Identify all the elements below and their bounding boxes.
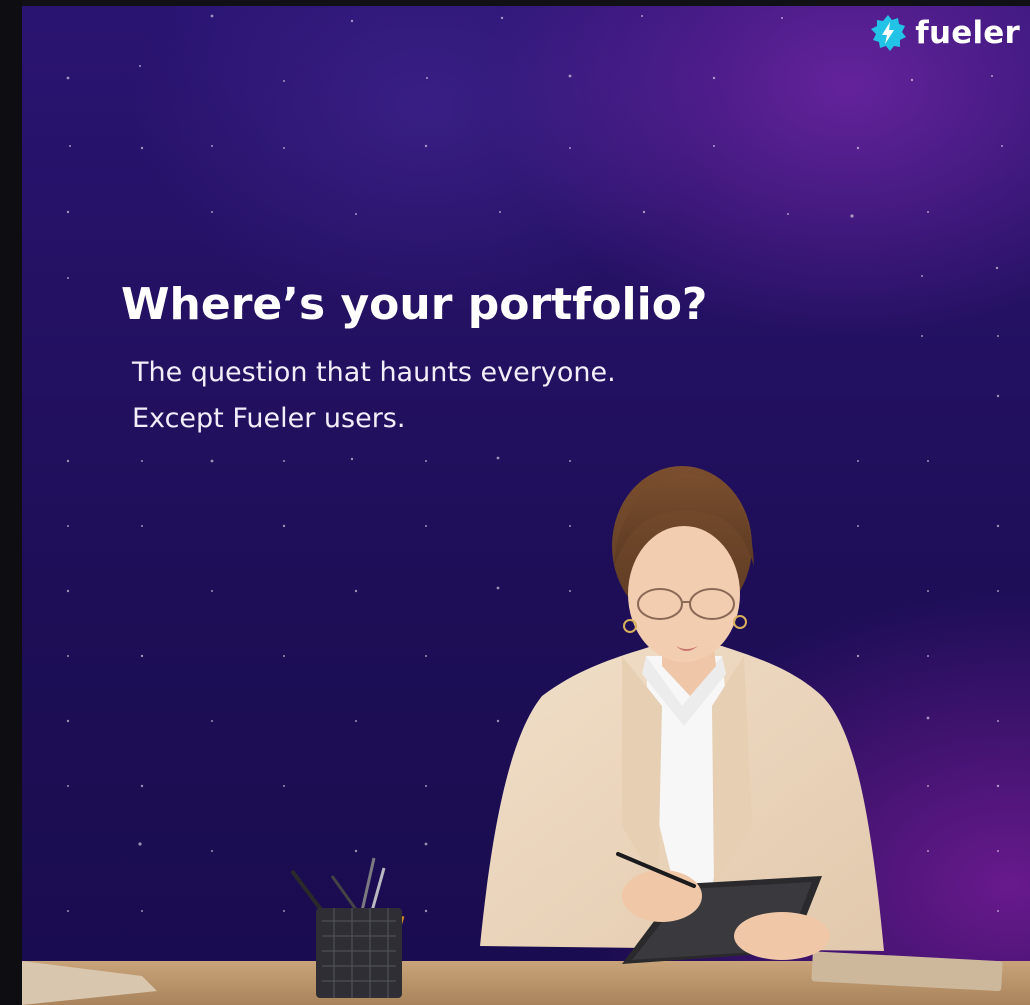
brand-name: fueler [915, 15, 1020, 51]
headline: Where’s your portfolio? [121, 279, 708, 330]
frame: fueler Where’s your portfolio? The quest… [0, 0, 1030, 1005]
bolt-gear-icon [871, 15, 907, 51]
subtext: The question that haunts everyone. Excep… [132, 350, 616, 442]
promo-poster: fueler Where’s your portfolio? The quest… [22, 6, 1030, 1005]
subtext-line-2: Except Fueler users. [132, 403, 406, 434]
brand-logo[interactable]: fueler [869, 14, 1020, 52]
subtext-line-1: The question that haunts everyone. [132, 357, 616, 388]
woman-at-desk-photo [22, 466, 1030, 1005]
left-border [0, 0, 22, 1005]
